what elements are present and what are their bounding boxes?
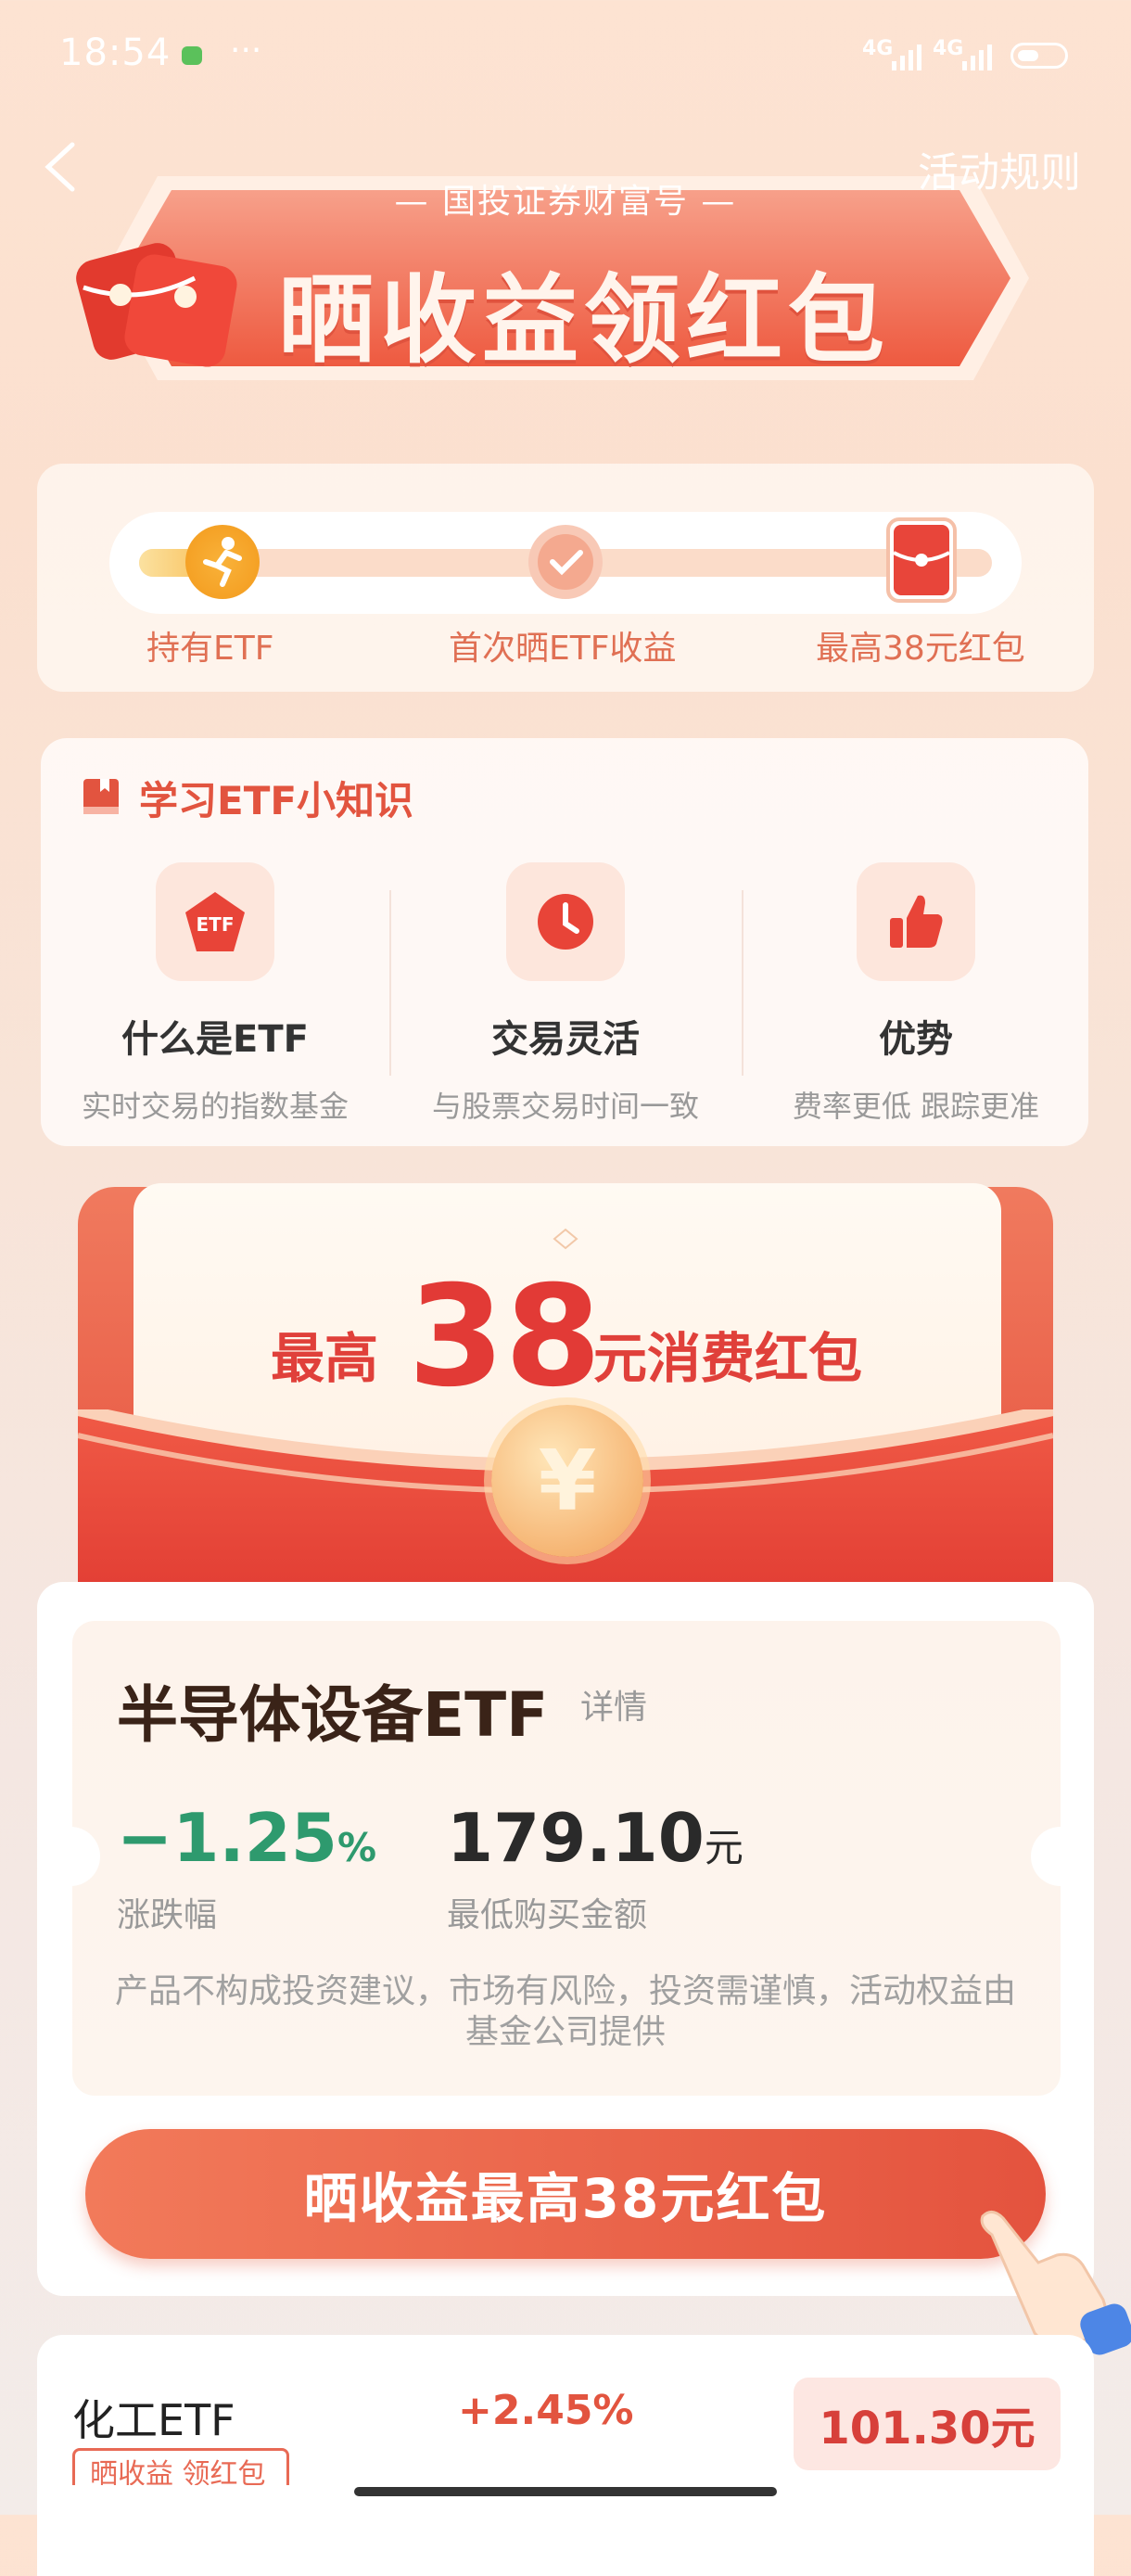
clock-icon (506, 862, 625, 981)
packet-amount: 38 (408, 1256, 602, 1418)
min-purchase-label: 最低购买金额 (447, 1896, 648, 1934)
learn-item-what-is-etf[interactable]: ETF 什么是ETF 实时交易的指数基金 (39, 862, 391, 1126)
status-time: 18:54 (59, 32, 172, 74)
min-purchase-amount: 179.10元 (447, 1799, 743, 1877)
banner-title: 晒收益领红包 (278, 263, 891, 376)
next-product-price: 101.30元 (794, 2378, 1061, 2470)
book-icon (80, 775, 122, 822)
learn-item-sub: 实时交易的指数基金 (81, 1089, 349, 1124)
red-packet-icon (884, 516, 959, 608)
next-product-change: +2.45% (458, 2387, 634, 2434)
home-indicator[interactable] (354, 2487, 777, 2496)
yuan-coin-icon: ¥ (491, 1405, 643, 1557)
signal-icon: 4G (862, 37, 894, 60)
packet-suffix: 元消费红包 (593, 1327, 863, 1390)
step-label-share: 首次晒ETF收益 (449, 630, 677, 668)
battery-level (1018, 50, 1038, 61)
product-change: −1.25% (117, 1799, 377, 1877)
etf-icon: ETF (156, 862, 274, 981)
learn-item-sub: 与股票交易时间一致 (431, 1089, 699, 1124)
learn-item-title: 什么是ETF (121, 1018, 309, 1061)
step-label-reward: 最高38元红包 (816, 630, 1025, 668)
red-envelope-icon (65, 223, 250, 375)
message-icon (182, 46, 202, 65)
signal-bars-icon (892, 45, 923, 74)
learn-item-title: 优势 (879, 1018, 953, 1061)
packet-prefix: 最高 (271, 1327, 379, 1390)
share-earnings-button[interactable]: 晒收益最高38元红包 (85, 2129, 1046, 2259)
product-detail-link[interactable]: 详情 (580, 1680, 647, 1728)
svg-text:ETF: ETF (197, 913, 235, 936)
running-icon (185, 525, 260, 599)
next-product-tag: 晒收益 领红包 (72, 2448, 289, 2485)
learn-item-sub: 费率更低 跟踪更准 (792, 1089, 1040, 1124)
diamond-icon (551, 1228, 580, 1254)
signal-bars-icon-2 (962, 45, 994, 74)
learn-item-advantage[interactable]: 优势 费率更低 跟踪更准 (740, 862, 1092, 1126)
change-label: 涨跌幅 (117, 1896, 218, 1934)
product-name: 半导体设备ETF (117, 1679, 549, 1751)
disclaimer: 产品不构成投资建议，市场有风险，投资需谨慎，活动权益由基金公司提供 (114, 1972, 1016, 2051)
next-product-name: 化工ETF (72, 2395, 235, 2445)
learn-item-title: 交易灵活 (491, 1018, 640, 1061)
thumbs-up-icon (857, 862, 975, 981)
banner-subtitle: — 国投证券财富号 — (394, 183, 737, 221)
step-label-hold: 持有ETF (146, 630, 274, 668)
learn-item-flexible[interactable]: 交易灵活 与股票交易时间一致 (389, 862, 742, 1126)
learn-title: 学习ETF小知识 (139, 778, 414, 823)
signal-icon-2: 4G (933, 37, 964, 60)
more-notifications-icon: ··· (230, 32, 262, 70)
check-icon (528, 525, 603, 599)
